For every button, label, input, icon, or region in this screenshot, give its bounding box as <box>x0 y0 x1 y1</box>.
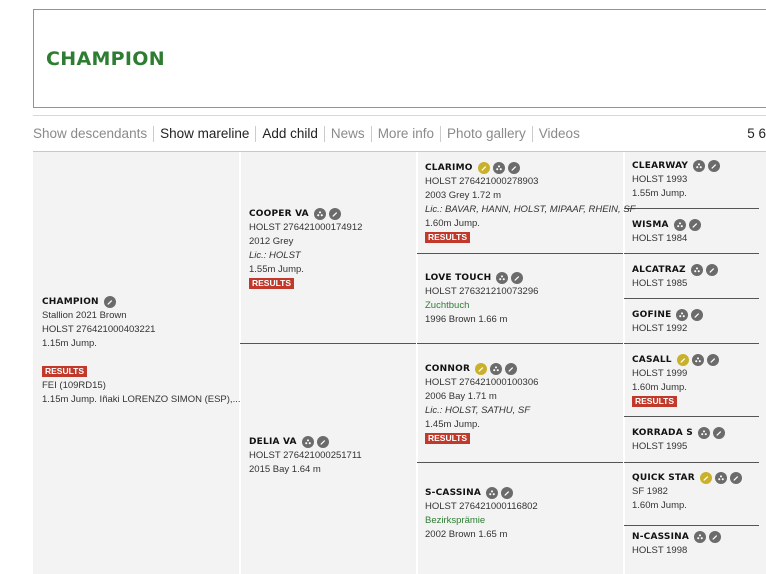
add-child-link[interactable]: Add child <box>255 125 324 142</box>
family-icon[interactable] <box>492 162 505 174</box>
family-icon[interactable] <box>690 264 703 276</box>
horse-n-cassina: N-CASSINA HOLST 1998 <box>632 530 722 558</box>
horse-name[interactable]: QUICK STAR <box>632 471 695 485</box>
show-mareline-link[interactable]: Show mareline <box>153 125 255 142</box>
family-icon[interactable] <box>714 472 727 484</box>
horse-name[interactable]: GOFINE <box>632 308 671 322</box>
results-button[interactable]: RESULTS <box>42 366 88 377</box>
news-link[interactable]: News <box>323 125 371 142</box>
family-icon[interactable] <box>673 219 686 231</box>
horse-name[interactable]: CHAMPION <box>42 295 99 309</box>
horse-name[interactable]: CLARIMO <box>425 161 473 175</box>
pencil-icon[interactable] <box>328 208 341 220</box>
row-divider <box>624 208 759 209</box>
row-divider <box>417 462 623 463</box>
pencil-icon[interactable] <box>505 363 518 375</box>
row-divider <box>624 462 759 463</box>
pedigree-table: CHAMPION Stallion 2021 Brown HOLST 27642… <box>33 151 766 574</box>
horse-casall: CASALL HOLST 1999 1.60m Jump. RESULTS <box>632 353 719 409</box>
pencil-gold-icon[interactable] <box>699 472 712 484</box>
pencil-icon[interactable] <box>706 354 719 366</box>
horse-name[interactable]: CLEARWAY <box>632 159 688 173</box>
horse-name[interactable]: LOVE TOUCH <box>425 271 491 285</box>
row-divider <box>624 416 759 417</box>
family-icon[interactable] <box>313 208 326 220</box>
family-icon[interactable] <box>496 272 509 284</box>
horse-name[interactable]: CASALL <box>632 353 672 367</box>
row-divider <box>240 343 416 344</box>
horse-clarimo: CLARIMO HOLST 276421000278903 2003 Grey … <box>425 161 636 243</box>
pencil-icon[interactable] <box>705 264 718 276</box>
pencil-icon[interactable] <box>103 296 116 308</box>
horse-name[interactable]: KORRADA S <box>632 426 693 440</box>
pencil-icon[interactable] <box>708 160 721 172</box>
page-title: CHAMPION <box>46 48 165 70</box>
family-icon[interactable] <box>694 531 707 543</box>
horse-quick-star: QUICK STAR SF 1982 1.60m Jump. <box>632 471 742 513</box>
horse-name[interactable]: ALCATRAZ <box>632 263 686 277</box>
pencil-icon[interactable] <box>709 531 722 543</box>
horse-s-cassina: S-CASSINA HOLST 276421000116802 Bezirksp… <box>425 486 538 540</box>
horse-name[interactable]: WISMA <box>632 218 669 232</box>
results-button[interactable]: RESULTS <box>425 433 471 444</box>
pencil-icon[interactable] <box>729 472 742 484</box>
row-divider <box>624 298 759 299</box>
pencil-icon[interactable] <box>316 436 329 448</box>
pencil-icon[interactable] <box>511 272 524 284</box>
results-button[interactable]: RESULTS <box>632 396 678 407</box>
pencil-icon[interactable] <box>691 309 704 321</box>
horse-name[interactable]: S-CASSINA <box>425 486 481 500</box>
family-icon[interactable] <box>691 354 704 366</box>
column-divider <box>416 152 418 574</box>
videos-link[interactable]: Videos <box>531 125 586 142</box>
row-divider <box>417 253 623 254</box>
pencil-icon[interactable] <box>688 219 701 231</box>
show-descendants-link[interactable]: Show descendants <box>33 126 153 142</box>
horse-name[interactable]: COOPER VA <box>249 207 309 221</box>
row-divider <box>624 253 759 254</box>
horse-name[interactable]: DELIA VA <box>249 435 297 449</box>
horse-cooper-va: COOPER VA HOLST 276421000174912 2012 Gre… <box>249 207 363 289</box>
family-icon[interactable] <box>486 487 498 499</box>
pencil-icon[interactable] <box>507 162 520 174</box>
horse-wisma: WISMA HOLST 1984 <box>632 218 701 246</box>
row-divider <box>624 525 759 526</box>
row-divider <box>624 343 759 344</box>
row-divider <box>417 343 623 344</box>
family-icon[interactable] <box>676 309 689 321</box>
horse-connor: CONNOR HOLST 276421000100306 2006 Bay 1.… <box>425 362 539 444</box>
horse-love-touch: LOVE TOUCH HOLST 276321210073296 Zuchtbu… <box>425 271 539 325</box>
family-icon[interactable] <box>490 363 503 375</box>
toolbar: Show descendants Show mareline Add child… <box>33 115 766 151</box>
pencil-gold-icon[interactable] <box>676 354 689 366</box>
horse-gofine: GOFINE HOLST 1992 <box>632 308 704 336</box>
pencil-icon[interactable] <box>501 487 513 499</box>
horse-name[interactable]: CONNOR <box>425 362 470 376</box>
horse-delia-va: DELIA VA HOLST 276421000251711 2015 Bay … <box>249 435 362 475</box>
horse-champion: CHAMPION Stallion 2021 Brown HOLST 27642… <box>42 295 241 405</box>
header-box: CHAMPION <box>33 9 766 108</box>
results-button[interactable]: RESULTS <box>425 232 471 243</box>
family-icon[interactable] <box>697 427 710 439</box>
more-info-link[interactable]: More info <box>370 125 440 142</box>
horse-clearway: CLEARWAY HOLST 1993 1.55m Jump. <box>632 159 721 201</box>
family-icon[interactable] <box>693 160 706 172</box>
results-button[interactable]: RESULTS <box>249 278 295 289</box>
family-icon[interactable] <box>301 436 314 448</box>
horse-korrada-s: KORRADA S HOLST 1995 <box>632 426 725 454</box>
pencil-icon[interactable] <box>712 427 725 439</box>
pager[interactable]: 5 6 <box>747 126 766 141</box>
horse-name[interactable]: N-CASSINA <box>632 530 689 544</box>
horse-alcatraz: ALCATRAZ HOLST 1985 <box>632 263 718 291</box>
pencil-gold-icon[interactable] <box>477 162 490 174</box>
pencil-gold-icon[interactable] <box>475 363 488 375</box>
photo-gallery-link[interactable]: Photo gallery <box>439 125 532 142</box>
